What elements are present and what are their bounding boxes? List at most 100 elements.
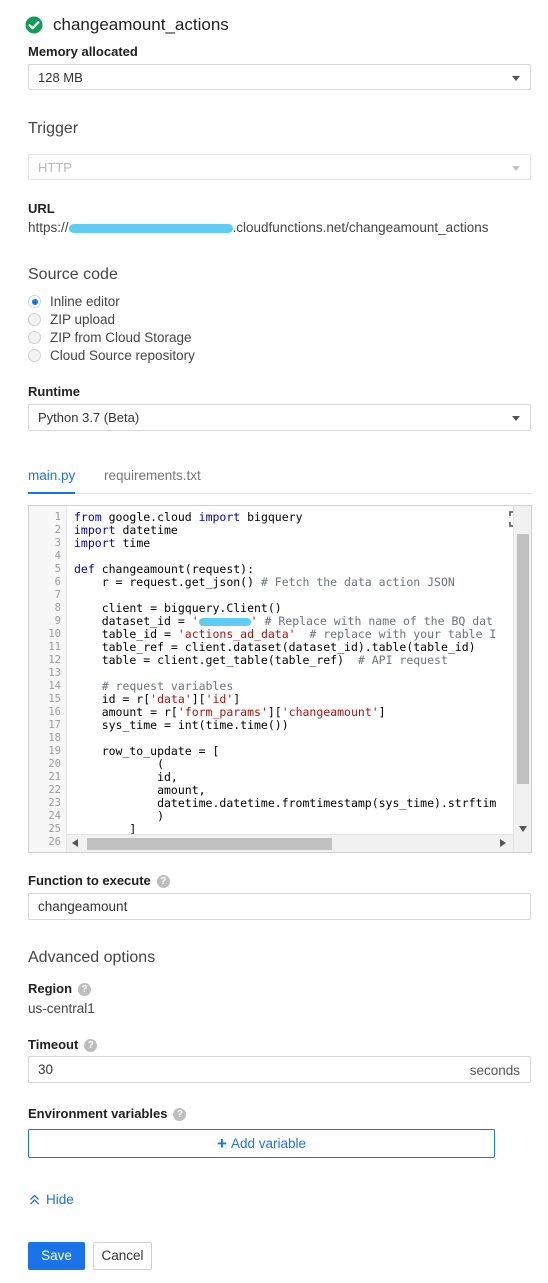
line-number: 25 bbox=[48, 823, 61, 835]
line-number: 6 bbox=[54, 576, 61, 588]
add-variable-label: Add variable bbox=[230, 1136, 306, 1151]
line-number: 24 bbox=[48, 810, 61, 822]
line-number: 4 bbox=[54, 550, 61, 562]
hide-advanced-link[interactable]: Hide bbox=[29, 1192, 74, 1207]
advanced-options-title: Advanced options bbox=[28, 949, 156, 966]
code-line: id = r['data']['id'] bbox=[74, 692, 241, 706]
add-variable-button[interactable]: + Add variable bbox=[28, 1129, 495, 1158]
line-number: 19 bbox=[48, 745, 61, 757]
trigger-value: HTTP bbox=[38, 160, 72, 175]
code-line: import time bbox=[74, 536, 151, 550]
hide-label: Hide bbox=[46, 1192, 74, 1207]
code-line: r = request.get_json() # Fetch the data … bbox=[74, 575, 455, 589]
code-line: amount, bbox=[74, 783, 206, 797]
code-line: table_ref = client.dataset(dataset_id).t… bbox=[74, 640, 476, 654]
line-number: 7 bbox=[54, 589, 61, 601]
function-to-execute-value: changeamount bbox=[38, 899, 128, 914]
line-number-gutter: 1 2 3 4 5 6 7 8 9 10 11 12 13 14 15 16 1… bbox=[29, 506, 67, 852]
line-number: 23 bbox=[48, 797, 61, 809]
line-number: 18 bbox=[48, 732, 61, 744]
redaction-mark bbox=[198, 617, 251, 626]
horizontal-scrollbar[interactable] bbox=[67, 834, 513, 852]
code-line: row_to_update = [ bbox=[74, 744, 220, 758]
check-circle-icon bbox=[25, 16, 43, 34]
scrollbar-thumb[interactable] bbox=[87, 838, 332, 850]
tab-requirements-txt[interactable]: requirements.txt bbox=[104, 468, 201, 483]
chevron-down-icon bbox=[512, 76, 520, 81]
source-title: Source code bbox=[28, 266, 118, 283]
timeout-value: 30 bbox=[38, 1062, 54, 1077]
region-label: Region? bbox=[28, 981, 92, 997]
timeout-input[interactable]: 30 seconds bbox=[28, 1056, 531, 1083]
line-number: 8 bbox=[54, 602, 61, 614]
line-number: 13 bbox=[48, 667, 61, 679]
timeout-label: Timeout? bbox=[28, 1037, 98, 1053]
redaction-mark bbox=[68, 223, 233, 233]
line-number: 22 bbox=[48, 784, 61, 796]
code-line: sys_time = int(time.time()) bbox=[74, 718, 289, 732]
scroll-left-arrow-icon[interactable] bbox=[72, 839, 78, 847]
line-number: 10 bbox=[48, 628, 61, 640]
cancel-button[interactable]: Cancel bbox=[93, 1242, 152, 1270]
radio-label: Inline editor bbox=[50, 294, 120, 309]
tab-main-py[interactable]: main.py bbox=[28, 468, 75, 483]
memory-select[interactable]: 128 MB bbox=[28, 64, 531, 90]
url-label: URL bbox=[28, 201, 55, 216]
scroll-down-arrow-icon[interactable] bbox=[519, 826, 527, 832]
line-number: 9 bbox=[54, 615, 61, 627]
env-vars-label: Environment variables? bbox=[28, 1106, 187, 1122]
radio-label: ZIP upload bbox=[50, 312, 116, 327]
line-number: 3 bbox=[54, 537, 61, 549]
code-editor[interactable]: 1 2 3 4 5 6 7 8 9 10 11 12 13 14 15 16 1… bbox=[28, 505, 532, 853]
radio-zip-cloud-storage[interactable]: ZIP from Cloud Storage bbox=[28, 329, 328, 347]
radio-inline-editor[interactable]: Inline editor bbox=[28, 293, 328, 311]
code-line: ( bbox=[74, 757, 165, 771]
help-icon[interactable]: ? bbox=[173, 1108, 187, 1122]
plus-icon: + bbox=[217, 1134, 227, 1153]
line-number: 17 bbox=[48, 719, 61, 731]
chevron-down-icon bbox=[512, 166, 520, 171]
function-url[interactable]: https:// .cloudfunctions.net/changeamount… bbox=[28, 220, 488, 235]
code-line: import datetime bbox=[74, 523, 178, 537]
line-number: 21 bbox=[48, 771, 61, 783]
timeout-unit: seconds bbox=[469, 1063, 520, 1078]
trigger-select: HTTP bbox=[28, 154, 531, 180]
url-suffix: .cloudfunctions.net/changeamount_actions bbox=[232, 220, 489, 235]
radio-button[interactable] bbox=[28, 313, 41, 326]
code-line: from google.cloud import bigquery bbox=[74, 510, 303, 524]
line-number: 14 bbox=[48, 680, 61, 692]
radio-button[interactable] bbox=[28, 349, 41, 362]
line-number: 16 bbox=[48, 706, 61, 718]
chevron-up-icon bbox=[30, 1194, 39, 1205]
scroll-right-arrow-icon[interactable] bbox=[500, 839, 506, 847]
help-icon[interactable]: ? bbox=[84, 1039, 98, 1053]
vertical-scrollbar[interactable] bbox=[513, 506, 531, 852]
url-prefix: https:// bbox=[28, 220, 69, 235]
trigger-title: Trigger bbox=[28, 120, 79, 137]
runtime-label: Runtime bbox=[28, 384, 80, 399]
line-number: 2 bbox=[54, 524, 61, 536]
function-to-execute-input[interactable]: changeamount bbox=[28, 893, 531, 920]
line-number: 26 bbox=[48, 836, 61, 848]
line-number: 11 bbox=[48, 641, 61, 653]
line-number: 20 bbox=[48, 758, 61, 770]
help-icon[interactable]: ? bbox=[78, 983, 92, 997]
code-line: amount = r['form_params']['changeamount'… bbox=[74, 705, 386, 719]
function-title: changeamount_actions bbox=[53, 15, 229, 34]
radio-cloud-source-repo[interactable]: Cloud Source repository bbox=[28, 347, 328, 365]
function-to-execute-label: Function to execute? bbox=[28, 873, 170, 889]
radio-button[interactable] bbox=[28, 331, 41, 344]
code-line: table_id = 'actions_ad_data' # replace w… bbox=[74, 627, 497, 641]
code-line: # request variables bbox=[74, 679, 234, 693]
save-button[interactable]: Save bbox=[28, 1242, 85, 1270]
tab-active-indicator bbox=[28, 492, 75, 494]
radio-zip-upload[interactable]: ZIP upload bbox=[28, 311, 328, 329]
line-number: 12 bbox=[48, 654, 61, 666]
radio-button-checked[interactable] bbox=[28, 295, 41, 308]
help-icon[interactable]: ? bbox=[156, 875, 170, 889]
runtime-value: Python 3.7 (Beta) bbox=[38, 410, 140, 425]
code-line: def changeamount(request): bbox=[74, 562, 255, 576]
code-line: id, bbox=[74, 770, 178, 784]
scrollbar-thumb[interactable] bbox=[517, 534, 529, 784]
runtime-select[interactable]: Python 3.7 (Beta) bbox=[28, 404, 531, 431]
